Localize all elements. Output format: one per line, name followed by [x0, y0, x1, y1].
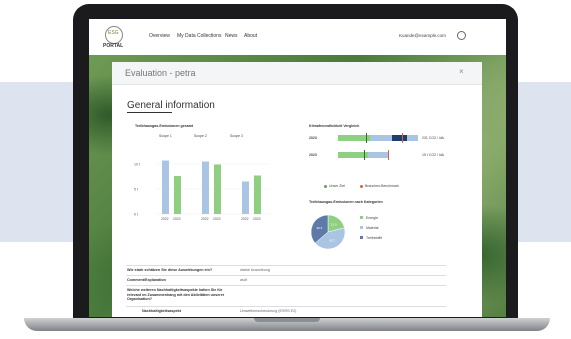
nav-news[interactable]: News [225, 33, 238, 39]
question-impact: Wie stark schätzen Sie diese Auswirkunge… [127, 268, 213, 272]
nav-about[interactable]: About [244, 33, 257, 39]
y-tick-label: 0 t [134, 213, 138, 217]
legend-target: Unser Ziel [329, 184, 345, 188]
user-account-icon[interactable] [457, 31, 466, 40]
comparison-year: 2023 [309, 136, 317, 140]
benchmark-legend-dot [360, 185, 363, 188]
question-aspects: Welche weiteren Nachhaltigkeitsaspekte h… [127, 288, 225, 302]
legend-scope-1: Scope 1 [159, 134, 172, 138]
question-comment: Comment/Explanation [127, 278, 166, 282]
modal-header: Evaluation - petra × [112, 62, 482, 85]
comparison-value-label: 15 t CO2 / ldA [422, 153, 444, 157]
pie-data-label: 21.0 [331, 223, 337, 227]
nav-my-data-collections[interactable]: My Data Collections [177, 33, 221, 39]
bar [162, 160, 169, 214]
esg-portal-logo[interactable]: ESG PORTAL [103, 24, 125, 50]
bar [242, 181, 249, 214]
x-tick-label: 2023 [213, 217, 221, 221]
section-title: General information [127, 100, 215, 111]
emissions-bar-chart: 10 t 5 t 0 t 2022 2023 2022 2023 2022 2023 [134, 160, 270, 221]
user-email[interactable]: Kuande@example.com [399, 33, 446, 38]
pie-legend-label: Material [366, 226, 379, 230]
modal-title: Evaluation - petra [125, 68, 196, 78]
target-marker [366, 133, 367, 143]
pie-data-label: 42.7 [329, 238, 335, 242]
logo-text-portal: PORTAL [103, 43, 124, 49]
legend-scope-2: Scope 2 [194, 134, 207, 138]
aspect-label: Nachhaltigkeitsaspekt [142, 309, 181, 313]
bar [214, 164, 221, 214]
comparison-title: Klimafreundlichkeit Vergleich [309, 124, 360, 128]
logo-text-esg: ESG [108, 30, 119, 36]
divider [126, 275, 446, 276]
close-icon[interactable]: × [459, 67, 464, 76]
divider [126, 306, 446, 307]
answer-comment: asdf [240, 278, 247, 282]
comparison-value-label: 231 CO2 / ldA [422, 136, 444, 140]
target-marker [363, 150, 365, 160]
y-tick-label: 5 t [134, 188, 138, 192]
x-tick-label: 2023 [173, 217, 181, 221]
emissions-pie-chart: 21.0 42.7 36.3 Energie Material Treibstoffe [310, 214, 382, 250]
pie-legend-label: Energie [366, 216, 378, 220]
benchmark-marker [402, 133, 403, 143]
y-tick-label: 10 t [134, 163, 140, 167]
legend-scope-3: Scope 3 [230, 134, 243, 138]
pie-legend-label: Treibstoffe [366, 236, 382, 240]
legend-benchmark: Branchen-Benchmark [365, 184, 399, 188]
section-underline [127, 112, 172, 113]
laptop-screen: ESG PORTAL Overview My Data Collections … [89, 19, 506, 317]
x-tick-label: 2022 [241, 217, 249, 221]
pie-legend-swatch [360, 236, 363, 239]
pie-legend-swatch [360, 216, 363, 219]
laptop-base-notch [254, 318, 320, 322]
x-tick-label: 2022 [201, 217, 209, 221]
nav-overview[interactable]: Overview [149, 33, 170, 39]
pie-chart-title: Treibhausgas-Emissionen nach Kategorien [309, 200, 383, 204]
benchmark-marker [387, 150, 389, 160]
aspect-value: Umweltverschmutzung (ESRS E2) [240, 309, 297, 313]
answer-impact: starke Auswirkung [240, 268, 270, 272]
x-tick-label: 2023 [253, 217, 261, 221]
bar [202, 161, 209, 214]
divider [126, 285, 446, 286]
pie-data-label: 36.3 [317, 226, 323, 230]
top-navigation: ESG PORTAL Overview My Data Collections … [89, 19, 506, 55]
comparison-bar-dark [392, 135, 407, 141]
pie-legend-swatch [360, 226, 363, 229]
emissions-chart-title: Treibhausgas-Emissionen gesamt [135, 124, 194, 128]
evaluation-modal: Evaluation - petra × General information… [112, 62, 482, 317]
divider [126, 265, 446, 266]
bar [254, 175, 261, 214]
bar [174, 176, 181, 214]
comparison-year: 2023 [309, 153, 317, 157]
x-tick-label: 2022 [161, 217, 169, 221]
target-legend-dot [324, 185, 327, 188]
